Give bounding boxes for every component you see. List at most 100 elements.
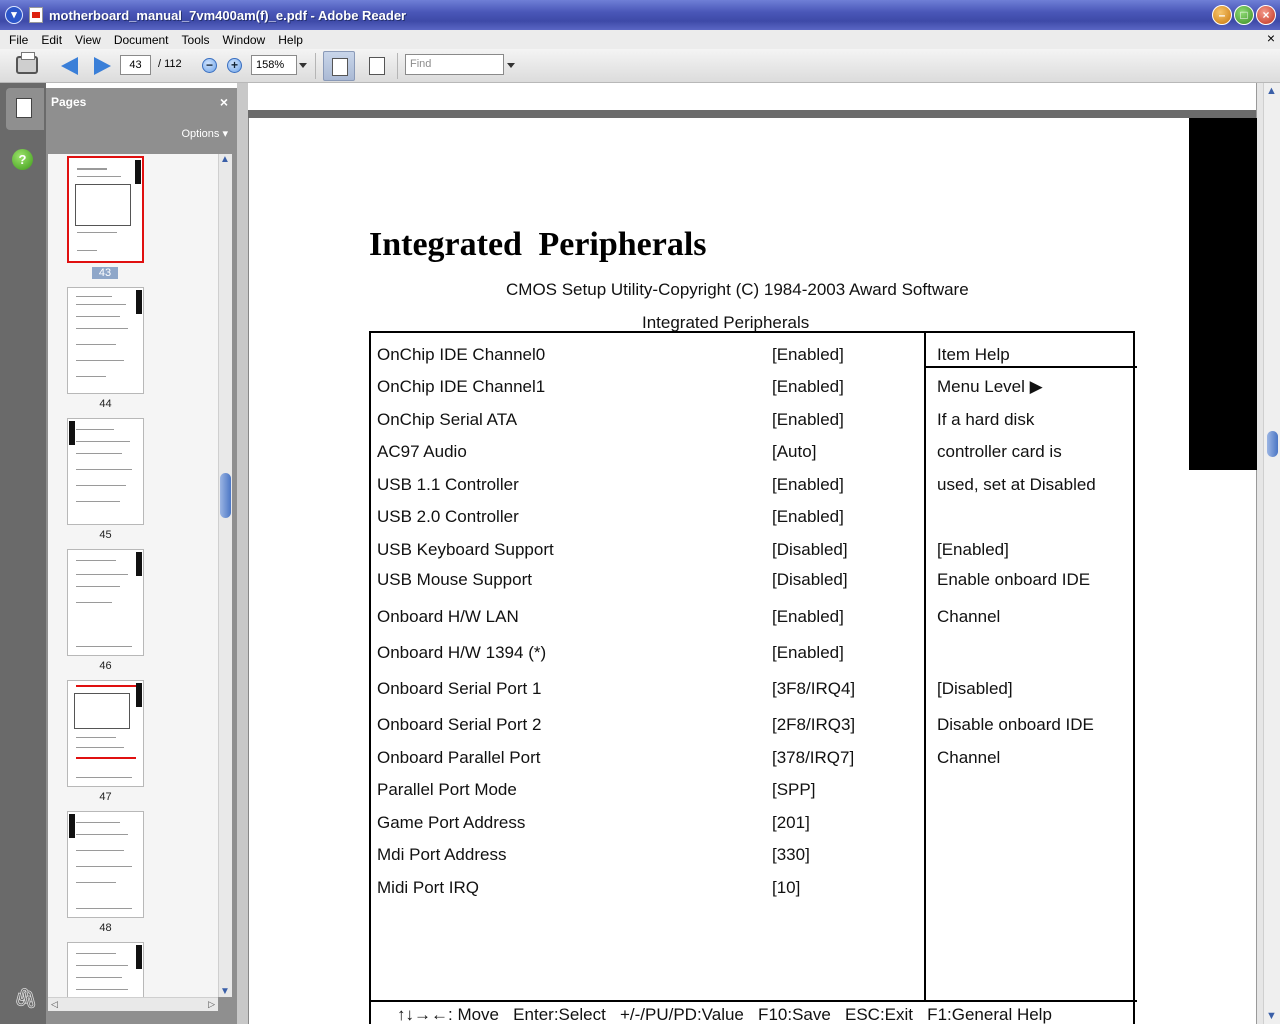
thumbnail-label: 47 — [99, 791, 112, 803]
find-dropdown-icon[interactable] — [507, 63, 515, 68]
document-scrollbar[interactable]: ▲ ▼ — [1263, 83, 1280, 1024]
menu-window[interactable]: Window — [215, 33, 271, 47]
key-legend: ↑↓→←: Move Enter:Select +/-/PU/PD:Value … — [397, 1005, 1052, 1024]
pages-tab[interactable] — [6, 88, 44, 130]
scroll-down-icon[interactable]: ▼ — [1266, 1010, 1277, 1022]
fit-width-button[interactable] — [323, 51, 355, 81]
close-button[interactable]: × — [1256, 5, 1276, 25]
setting-name: OnChip IDE Channel0 — [377, 345, 546, 364]
scroll-up-icon[interactable]: ▲ — [220, 154, 230, 165]
close-panel-icon[interactable]: × — [220, 94, 228, 110]
page-thumbnail[interactable] — [67, 549, 144, 656]
page-thumbnail[interactable] — [67, 418, 144, 525]
scroll-up-icon[interactable]: ▲ — [1266, 85, 1277, 97]
page-right-edge — [1256, 83, 1263, 1024]
setting-value: [Enabled] — [772, 607, 844, 626]
help-line: used, set at Disabled — [937, 475, 1096, 494]
help-line: Channel — [937, 607, 1001, 626]
setting-value: [201] — [772, 813, 810, 832]
find-input[interactable]: Find — [405, 54, 504, 75]
menu-file[interactable]: File — [0, 33, 33, 47]
pdf-file-icon — [29, 7, 43, 23]
maximize-button[interactable]: □ — [1234, 5, 1254, 25]
setting-value: [Enabled] — [772, 507, 844, 526]
page-thumbnail[interactable] — [67, 942, 144, 997]
app-menu-icon[interactable]: ▾ — [5, 6, 23, 24]
page-thumbnail[interactable] — [67, 287, 144, 394]
page-thumbnail[interactable] — [67, 680, 144, 787]
thumbnail-label: 45 — [99, 529, 112, 541]
setting-value: [Disabled] — [772, 570, 848, 589]
attachments-icon[interactable]: 🖇 — [13, 986, 38, 1011]
setting-name: Onboard Serial Port 2 — [377, 715, 542, 734]
menu-tools[interactable]: Tools — [174, 33, 215, 47]
thumbnail-hscrollbar[interactable]: ◁ ▷ — [48, 997, 218, 1011]
page-left-border — [248, 118, 249, 1024]
setting-value: [378/IRQ7] — [772, 748, 855, 767]
zoom-in-icon[interactable]: + — [227, 58, 242, 73]
minimize-button[interactable]: – — [1212, 5, 1232, 25]
scroll-thumb[interactable] — [220, 473, 231, 518]
setting-value: [SPP] — [772, 780, 816, 799]
scroll-left-icon[interactable]: ◁ — [51, 999, 58, 1010]
setting-name: OnChip Serial ATA — [377, 410, 518, 429]
scroll-thumb[interactable] — [1267, 431, 1278, 457]
help-line: Menu Level ▶ — [937, 377, 1043, 396]
thumbnail-label: 44 — [99, 398, 112, 410]
page-number-input[interactable]: 43 — [120, 55, 151, 75]
zoom-dropdown-icon[interactable] — [299, 63, 307, 68]
previous-page-icon[interactable] — [61, 57, 78, 75]
thumbnail-scrollbar[interactable]: ▲ ▼ — [218, 154, 232, 997]
scroll-right-icon[interactable]: ▷ — [208, 999, 215, 1010]
menu-edit[interactable]: Edit — [33, 33, 67, 47]
setting-name: USB 2.0 Controller — [377, 507, 519, 526]
setting-name: OnChip IDE Channel1 — [377, 377, 546, 396]
setting-value: [3F8/IRQ4] — [772, 679, 856, 698]
thumbnail-list: 43 44 45 46 47 48 — [48, 154, 218, 997]
page-total: / 112 — [158, 58, 182, 70]
options-menu[interactable]: Options ▾ — [182, 127, 229, 140]
thumbnail-label: 43 — [92, 267, 118, 279]
page-thumbnail[interactable] — [67, 156, 144, 263]
thumbnail-label: 46 — [99, 660, 112, 672]
setting-name: Game Port Address — [377, 813, 526, 832]
setting-name: Mdi Port Address — [377, 845, 507, 864]
next-page-icon[interactable] — [94, 57, 111, 75]
setting-value: [330] — [772, 845, 810, 864]
thumbnail-label: 48 — [99, 922, 112, 934]
setting-name: USB Keyboard Support — [377, 540, 554, 559]
setting-value: [Auto] — [772, 442, 817, 461]
close-document-icon[interactable]: × — [1267, 30, 1275, 46]
language-side-tab: English — [1158, 118, 1257, 470]
setting-value: [Enabled] — [772, 475, 844, 494]
setting-value: [Enabled] — [772, 345, 844, 364]
help-line: [Disabled] — [937, 679, 1013, 698]
menu-view[interactable]: View — [67, 33, 106, 47]
scroll-down-icon[interactable]: ▼ — [220, 986, 230, 997]
print-icon[interactable] — [16, 52, 38, 74]
setting-value: [Enabled] — [772, 377, 844, 396]
fit-page-button[interactable] — [361, 51, 391, 81]
cmos-copyright-line: CMOS Setup Utility-Copyright (C) 1984-20… — [506, 280, 969, 299]
help-line: [Enabled] — [937, 540, 1009, 559]
setting-name: Onboard Serial Port 1 — [377, 679, 542, 698]
setting-value: [10] — [772, 878, 801, 897]
help-header-divider — [926, 366, 1137, 368]
setting-name: Midi Port IRQ — [377, 878, 480, 897]
page-thumbnail[interactable] — [67, 811, 144, 918]
screen-subtitle: Integrated Peripherals — [642, 313, 810, 332]
zoom-level-input[interactable]: 158% — [251, 55, 297, 75]
setting-name: USB 1.1 Controller — [377, 475, 519, 494]
zoom-out-icon[interactable]: − — [202, 58, 217, 73]
panel-splitter[interactable] — [237, 83, 248, 1024]
help-line: Disable onboard IDE — [937, 715, 1094, 734]
help-icon[interactable]: ? — [12, 149, 33, 170]
item-help-title: Item Help — [937, 345, 1010, 364]
fit-page-icon — [369, 57, 385, 75]
menu-document[interactable]: Document — [106, 33, 174, 47]
setting-value: [Enabled] — [772, 643, 844, 662]
setting-value: [2F8/IRQ3] — [772, 715, 856, 734]
menu-help[interactable]: Help — [270, 33, 308, 47]
footer-divider — [371, 1000, 1137, 1002]
window-title: motherboard_manual_7vm400am(f)_e.pdf - A… — [49, 7, 407, 23]
